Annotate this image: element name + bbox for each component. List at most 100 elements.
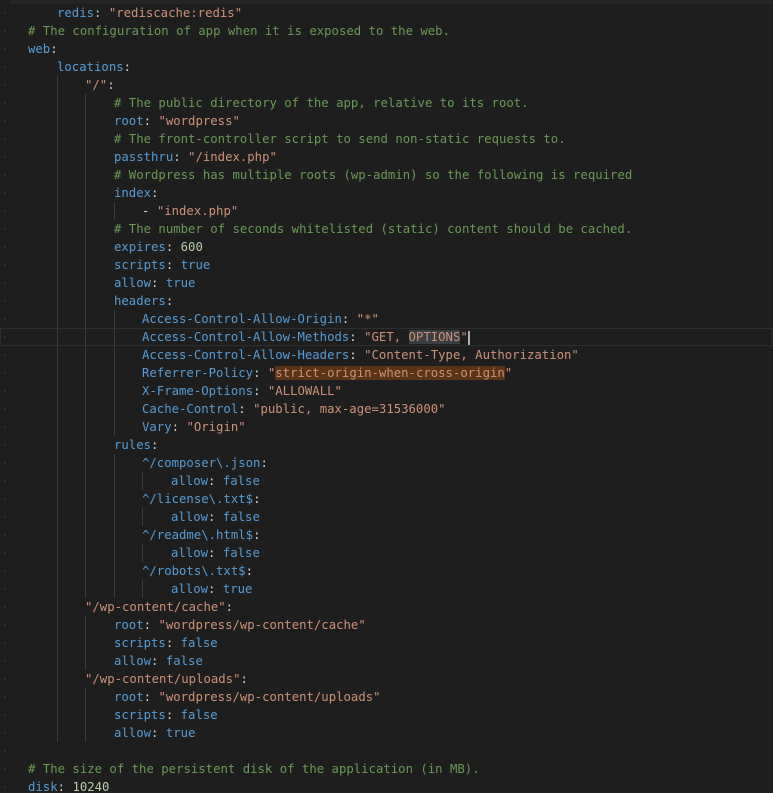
code-line[interactable]: Cache-Control: "public, max-age=31536000… — [0, 400, 773, 418]
code-token: : — [253, 528, 261, 542]
indent-guide — [114, 328, 115, 346]
code-token: : — [173, 150, 189, 164]
indent-guide — [57, 724, 58, 742]
code-line[interactable]: expires: 600 — [0, 238, 773, 256]
code-line[interactable]: # The public directory of the app, relat… — [0, 94, 773, 112]
code-text: Cache-Control: "public, max-age=31536000… — [142, 400, 446, 418]
code-line[interactable]: allow: false — [0, 544, 773, 562]
indent-guide — [57, 706, 58, 724]
code-line[interactable]: index: — [0, 184, 773, 202]
code-line[interactable]: "/": — [0, 76, 773, 94]
code-text: root: "wordpress/wp-content/uploads" — [114, 688, 381, 706]
code-text: allow: false — [114, 652, 203, 670]
code-token: "/wp-content/cache" — [85, 600, 226, 614]
indent-guide — [57, 562, 58, 580]
code-token: expires — [114, 240, 166, 254]
code-line[interactable]: "/wp-content/cache": — [0, 598, 773, 616]
code-line[interactable]: ^/license\.txt$: — [0, 490, 773, 508]
code-line[interactable]: rules: — [0, 436, 773, 454]
indent-guide — [114, 346, 115, 364]
indent-guide — [85, 112, 86, 130]
code-line[interactable]: - "index.php" — [0, 202, 773, 220]
code-line[interactable]: allow: false — [0, 472, 773, 490]
code-line[interactable]: ^/robots\.txt$: — [0, 562, 773, 580]
code-token: Cache-Control — [142, 402, 239, 416]
code-line[interactable]: allow: false — [0, 508, 773, 526]
code-text: "/wp-content/uploads": — [85, 670, 248, 688]
code-line[interactable]: allow: true — [0, 274, 773, 292]
code-line[interactable]: web: — [0, 40, 773, 58]
code-line[interactable]: root: "wordpress/wp-content/cache" — [0, 616, 773, 634]
code-text: locations: — [57, 58, 131, 76]
code-line[interactable]: Access-Control-Allow-Headers: "Content-T… — [0, 346, 773, 364]
code-line[interactable]: # The size of the persistent disk of the… — [0, 760, 773, 778]
code-text: passthru: "/index.php" — [114, 148, 277, 166]
code-text: "/": — [85, 76, 115, 94]
code-line[interactable] — [0, 742, 773, 760]
code-token: : — [208, 474, 223, 488]
code-token: : — [260, 456, 268, 470]
indent-guide — [57, 94, 58, 112]
code-token: rules — [114, 438, 152, 452]
indent-guide — [85, 166, 86, 184]
code-token: : — [208, 546, 223, 560]
code-line[interactable]: allow: true — [0, 724, 773, 742]
code-token: "GET, — [364, 330, 409, 344]
code-token: true — [165, 726, 196, 740]
code-line[interactable]: # Wordpress has multiple roots (wp-admin… — [0, 166, 773, 184]
code-text: # Wordpress has multiple roots (wp-admin… — [114, 166, 632, 184]
indent-guide — [114, 202, 115, 220]
code-line[interactable]: root: "wordpress/wp-content/uploads" — [0, 688, 773, 706]
code-token: 10240 — [72, 780, 110, 793]
code-line[interactable]: Vary: "Origin" — [0, 418, 773, 436]
code-line[interactable]: # The configuration of app when it is ex… — [0, 22, 773, 40]
indent-guide — [142, 508, 143, 526]
code-line[interactable]: scripts: false — [0, 634, 773, 652]
code-line[interactable]: root: "wordpress" — [0, 112, 773, 130]
code-token: "Origin" — [186, 420, 246, 434]
code-line[interactable]: ^/readme\.html$: — [0, 526, 773, 544]
code-line[interactable]: passthru: "/index.php" — [0, 148, 773, 166]
indent-guide — [85, 472, 86, 490]
indent-guide — [85, 526, 86, 544]
indent-guide — [85, 706, 86, 724]
code-token: : — [238, 402, 254, 416]
code-line[interactable]: X-Frame-Options: "ALLOWALL" — [0, 382, 773, 400]
indent-guide — [57, 580, 58, 598]
indent-guide — [85, 634, 86, 652]
code-line[interactable]: # The number of seconds whitelisted (sta… — [0, 220, 773, 238]
code-text: # The public directory of the app, relat… — [114, 94, 529, 112]
code-line[interactable]: allow: true — [0, 580, 773, 598]
code-token: : — [165, 240, 181, 254]
code-token: # The number of seconds whitelisted (sta… — [114, 222, 633, 236]
code-token: : — [143, 618, 159, 632]
code-line[interactable]: headers: — [0, 292, 773, 310]
code-line[interactable]: disk: 10240 — [0, 778, 773, 793]
code-editor[interactable]: redis: "rediscache:redis" # The configura… — [0, 0, 773, 793]
code-token: : — [151, 654, 166, 668]
indent-guide — [85, 346, 86, 364]
indent-guide — [85, 184, 86, 202]
code-line[interactable]: Referrer-Policy: "strict-origin-when-cro… — [0, 364, 773, 382]
code-token: "/index.php" — [188, 150, 277, 164]
code-line[interactable]: Access-Control-Allow-Origin: "*" — [0, 310, 773, 328]
code-line[interactable]: "/wp-content/uploads": — [0, 670, 773, 688]
code-text: Access-Control-Allow-Methods: "GET, OPTI… — [142, 328, 470, 346]
code-line[interactable]: scripts: true — [0, 256, 773, 274]
indent-guide — [114, 526, 115, 544]
indent-guide — [57, 238, 58, 256]
indent-guide — [57, 256, 58, 274]
indent-guide — [85, 364, 86, 382]
code-line[interactable]: ^/composer\.json: — [0, 454, 773, 472]
code-token: false — [222, 510, 260, 524]
indent-guide — [57, 436, 58, 454]
code-line[interactable]: locations: — [0, 58, 773, 76]
code-line[interactable]: redis: "rediscache:redis" — [0, 4, 773, 22]
indent-guide — [85, 436, 86, 454]
code-line[interactable]: # The front-controller script to send no… — [0, 130, 773, 148]
code-line[interactable]: Access-Control-Allow-Methods: "GET, OPTI… — [0, 328, 773, 346]
code-token: Vary — [142, 420, 172, 434]
code-line[interactable]: allow: false — [0, 652, 773, 670]
code-line[interactable]: scripts: false — [0, 706, 773, 724]
indent-guide — [57, 634, 58, 652]
